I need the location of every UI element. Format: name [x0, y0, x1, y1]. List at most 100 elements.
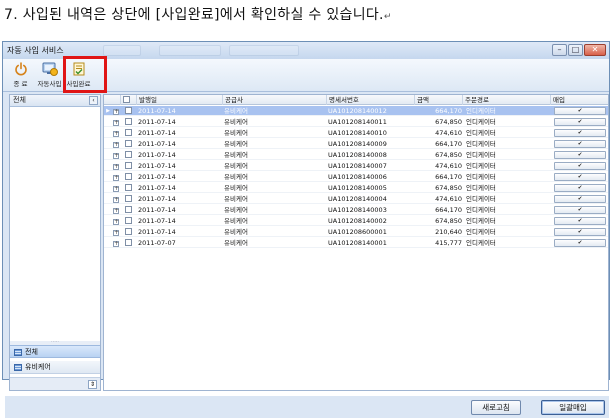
expand-toggle[interactable]: + — [113, 161, 121, 171]
exit-button[interactable]: 종 료 — [7, 60, 34, 90]
purchase-button[interactable]: ✔ — [554, 195, 606, 203]
scroll-toggle-button[interactable]: ⇕ — [88, 380, 97, 389]
table-row[interactable]: +2011-07-07 유비케어 UA101208140001 415,777 인디케이… — [104, 238, 608, 248]
expand-toggle[interactable]: + — [113, 117, 121, 127]
bulk-purchase-button[interactable]: 일괄매입 — [541, 400, 605, 415]
purchase-button[interactable]: ✔ — [554, 162, 606, 170]
table-row[interactable]: ▶ +2011-07-14 유비케어 UA101208140012 664,170 인디케… — [104, 106, 608, 116]
nav-item-ubicare[interactable]: 유비케어 — [10, 361, 100, 374]
table-row[interactable]: +2011-07-14 유비케어 UA101208140011 674,850 인디케이… — [104, 117, 608, 127]
expand-toggle[interactable]: + — [113, 194, 121, 204]
purchase-button[interactable]: ✔ — [554, 129, 606, 137]
footer-bar: 새로고침 일괄매입 — [5, 396, 609, 418]
table-row[interactable]: +2011-07-14 유비케어 UA101208140003 664,170 인디케이… — [104, 205, 608, 215]
table-row[interactable]: +2011-07-14 유비케어 UA101208600001 210,640 인디케이… — [104, 227, 608, 237]
row-checkbox[interactable] — [125, 205, 134, 215]
col-issue-date[interactable]: 발행일 — [137, 95, 223, 105]
select-all-checkbox[interactable] — [123, 96, 130, 103]
purchase-action: ✔ — [554, 205, 606, 215]
cell-invoice-number: UA101208140009 — [328, 140, 387, 148]
purchase-button[interactable]: ✔ — [554, 217, 606, 225]
plus-icon: + — [113, 163, 120, 170]
purchase-button[interactable]: ✔ — [554, 206, 606, 214]
cell-order-route: 인디케이터 — [466, 129, 496, 137]
expand-toggle[interactable]: + — [113, 172, 121, 182]
expand-toggle[interactable]: + — [113, 227, 121, 237]
expand-toggle[interactable]: + — [113, 216, 121, 226]
table-row[interactable]: +2011-07-14 유비케어 UA101208140004 474,610 인디케이… — [104, 194, 608, 204]
row-checkbox[interactable] — [125, 238, 134, 248]
cell-order-route: 인디케이터 — [466, 162, 496, 170]
cell-order-route: 인디케이터 — [466, 118, 496, 126]
purchase-button[interactable]: ✔ — [554, 184, 606, 192]
row-checkbox[interactable] — [125, 106, 134, 116]
purchase-button[interactable]: ✔ — [554, 118, 606, 126]
purchase-button[interactable]: ✔ — [554, 140, 606, 148]
auto-purchase-button[interactable]: 자동사입 — [36, 60, 63, 90]
row-checkbox[interactable] — [125, 139, 134, 149]
cell-invoice-number: UA101208140001 — [328, 239, 387, 247]
nav-item-all[interactable]: 전체 — [10, 345, 100, 358]
cell-invoice-number: UA101208140008 — [328, 151, 387, 159]
row-checkbox[interactable] — [125, 117, 134, 127]
col-purchase[interactable]: 매입 — [551, 95, 608, 105]
cell-amount: 674,850 — [435, 151, 462, 159]
left-panel-footer: ⇕ — [10, 377, 100, 390]
purchase-button[interactable]: ✔ — [554, 151, 606, 159]
row-checkbox[interactable] — [125, 161, 134, 171]
expand-toggle[interactable]: + — [113, 205, 121, 215]
plus-icon: + — [113, 218, 120, 225]
row-checkbox[interactable] — [125, 172, 134, 182]
cell-supplier: 유비케어 — [224, 184, 248, 192]
row-checkbox[interactable] — [125, 194, 134, 204]
purchase-button[interactable]: ✔ — [554, 173, 606, 181]
table-row[interactable]: +2011-07-14 유비케어 UA101208140009 664,170 인디케이… — [104, 139, 608, 149]
plus-icon: + — [113, 240, 120, 247]
row-checkbox[interactable] — [125, 227, 134, 237]
row-checkbox[interactable] — [125, 128, 134, 138]
expand-toggle[interactable]: + — [113, 183, 121, 193]
col-check[interactable] — [121, 95, 137, 105]
expand-toggle[interactable]: + — [113, 106, 121, 116]
expand-toggle[interactable]: + — [113, 139, 121, 149]
table-row[interactable]: +2011-07-14 유비케어 UA101208140010 474,610 인디케이… — [104, 128, 608, 138]
cell-order-route: 인디케이터 — [466, 228, 496, 236]
table-row[interactable]: +2011-07-14 유비케어 UA101208140005 674,850 인디케이… — [104, 183, 608, 193]
invoice-grid: 발행일 공급사 명세서번호 금액 주문경로 매입 ▶ +2011-07-14 유비케… — [103, 94, 609, 391]
col-order-route[interactable]: 주문경로 — [463, 95, 551, 105]
minimize-button[interactable]: – — [552, 44, 567, 56]
plus-icon: + — [113, 108, 120, 115]
col-invoice-number[interactable]: 명세서번호 — [327, 95, 415, 105]
purchase-button[interactable]: ✔ — [554, 228, 606, 236]
col-amount[interactable]: 금액 — [415, 95, 463, 105]
col-supplier[interactable]: 공급사 — [223, 95, 327, 105]
row-checkbox[interactable] — [125, 150, 134, 160]
purchase-button[interactable]: ✔ — [554, 107, 606, 115]
table-row[interactable]: +2011-07-14 유비케어 UA101208140007 474,610 인디케이… — [104, 161, 608, 171]
cell-issue-date: 2011-07-14 — [138, 173, 176, 181]
purchase-button[interactable]: ✔ — [554, 239, 606, 247]
table-row[interactable]: +2011-07-14 유비케어 UA101208140002 674,850 인디케이… — [104, 216, 608, 226]
cell-issue-date: 2011-07-14 — [138, 151, 176, 159]
row-indicator — [104, 194, 112, 204]
cell-order-route: 인디케이터 — [466, 195, 496, 203]
close-button[interactable]: ✕ — [584, 44, 606, 56]
cell-invoice-number: UA101208140004 — [328, 195, 387, 203]
cell-issue-date: 2011-07-14 — [138, 107, 176, 115]
refresh-button[interactable]: 새로고침 — [471, 400, 521, 415]
row-checkbox[interactable] — [125, 216, 134, 226]
expand-toggle[interactable]: + — [113, 150, 121, 160]
maximize-button[interactable]: □ — [568, 44, 583, 56]
cell-issue-date: 2011-07-14 — [138, 206, 176, 214]
auto-purchase-label: 자동사입 — [37, 80, 62, 88]
table-row[interactable]: +2011-07-14 유비케어 UA101208140008 674,850 인디케이… — [104, 150, 608, 160]
expand-toggle[interactable]: + — [113, 238, 121, 248]
row-checkbox[interactable] — [125, 183, 134, 193]
expand-toggle[interactable]: + — [113, 128, 121, 138]
table-row[interactable]: +2011-07-14 유비케어 UA101208140006 664,170 인디케이… — [104, 172, 608, 182]
cell-invoice-number: UA101208140005 — [328, 184, 387, 192]
cell-amount: 664,170 — [435, 107, 462, 115]
collapse-button[interactable]: ‹ — [89, 96, 98, 105]
exit-label: 종 료 — [13, 80, 28, 88]
purchase-action: ✔ — [554, 161, 606, 171]
